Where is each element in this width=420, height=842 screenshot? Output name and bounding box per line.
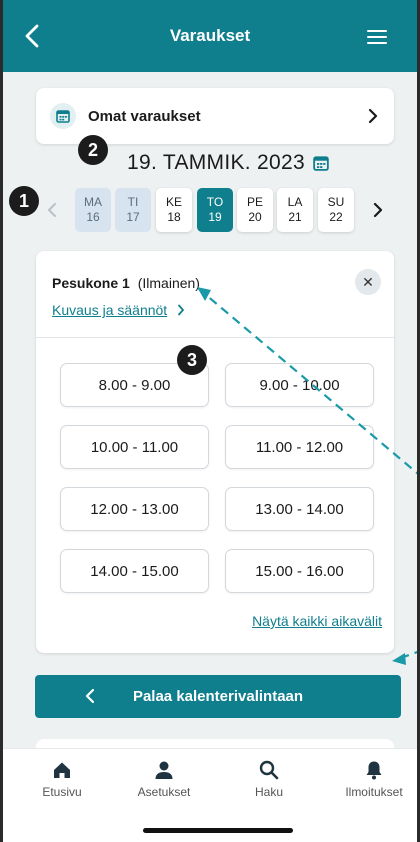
day-button-ke[interactable]: KE 18	[156, 188, 192, 232]
chevron-left-icon	[85, 688, 95, 704]
resource-price: (Ilmainen)	[137, 275, 200, 291]
nav-item-asetukset[interactable]: Asetukset	[119, 759, 209, 799]
own-reservations-label: Omat varaukset	[88, 107, 201, 125]
day-button-pe[interactable]: PE 20	[237, 188, 273, 232]
time-slot-button[interactable]: 10.00 - 11.00	[60, 425, 209, 469]
day-button-su[interactable]: SU 22	[318, 188, 354, 232]
hamburger-menu-icon[interactable]	[367, 30, 387, 44]
annotation-badge-1: 1	[9, 186, 39, 216]
nav-item-ilmoitukset[interactable]: Ilmoitukset	[329, 759, 417, 799]
close-icon[interactable]: ✕	[355, 269, 381, 295]
day-button-la[interactable]: LA 21	[277, 188, 313, 232]
previous-week-icon[interactable]	[47, 202, 57, 218]
time-slot-button[interactable]: 9.00 - 10.00	[225, 363, 374, 407]
person-icon	[155, 761, 173, 779]
next-week-icon[interactable]	[373, 202, 383, 218]
time-slot-button[interactable]: 15.00 - 16.00	[225, 549, 374, 593]
home-indicator	[143, 828, 293, 833]
chevron-right-small-icon	[178, 304, 184, 316]
day-button-to[interactable]: TO 19	[197, 188, 233, 232]
divider	[36, 337, 394, 338]
home-icon	[54, 762, 70, 778]
time-slot-button[interactable]: 14.00 - 15.00	[60, 549, 209, 593]
search-icon	[259, 760, 279, 780]
time-slot-button[interactable]: 12.00 - 13.00	[60, 487, 209, 531]
date-heading: 19. TAMMIK. 2023	[3, 151, 417, 175]
description-link[interactable]: Kuvaus ja säännöt	[52, 302, 167, 318]
nav-item-etusivu[interactable]: Etusivu	[17, 759, 107, 799]
bell-icon	[366, 761, 382, 780]
back-arrow-icon[interactable]	[19, 22, 47, 50]
resource-name: Pesukone 1	[52, 275, 130, 291]
nav-item-haku[interactable]: Haku	[224, 759, 314, 799]
page-title: Varaukset	[169, 26, 251, 45]
resource-title: Pesukone 1 (Ilmainen)	[52, 275, 200, 291]
chevron-right-icon	[368, 108, 378, 124]
resource-card: Pesukone 1 (Ilmainen) Kuvaus ja säännöt …	[36, 251, 394, 653]
return-to-calendar-button[interactable]: Palaa kalenterivalintaan	[35, 675, 401, 718]
time-slot-button[interactable]: 13.00 - 14.00	[225, 487, 374, 531]
annotation-badge-3: 3	[177, 345, 207, 375]
time-slot-button[interactable]: 11.00 - 12.00	[225, 425, 374, 469]
calendar-picker-icon[interactable]	[313, 155, 329, 171]
show-all-slots-link[interactable]: Näytä kaikki aikavälit	[252, 613, 382, 629]
day-button-ti[interactable]: TI 17	[115, 188, 151, 232]
selected-date: 19. TAMMIK. 2023	[127, 151, 305, 174]
app-frame: Varaukset Omat varaukset 2 19. TAMMIK. 2…	[0, 0, 420, 842]
week-day-selector: MA 16 TI 17 KE 18 TO 19 PE 20 LA 21 SU 22	[43, 188, 393, 234]
return-button-label: Palaa kalenterivalintaan	[132, 688, 304, 705]
top-bar: Varaukset	[3, 0, 417, 72]
day-button-ma[interactable]: MA 16	[75, 188, 111, 232]
calendar-icon	[50, 103, 76, 129]
